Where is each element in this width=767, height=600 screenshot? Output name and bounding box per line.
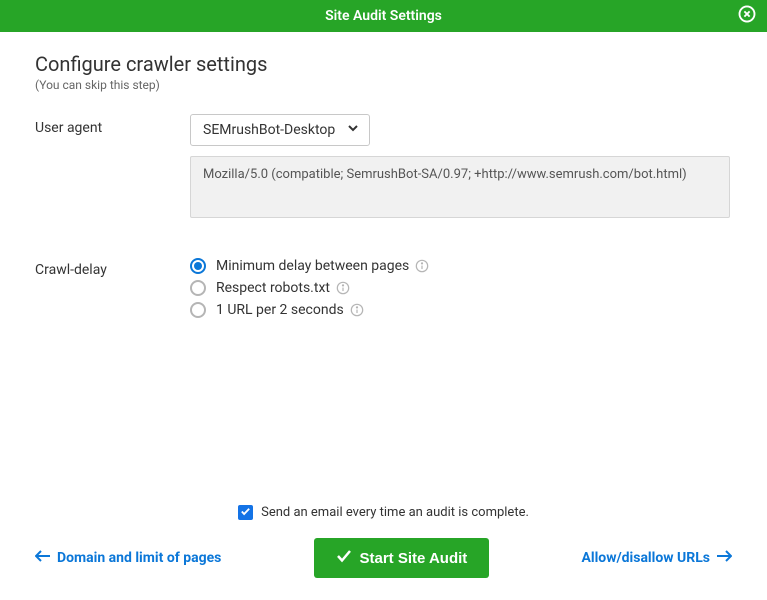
crawl-delay-option-min[interactable]: Minimum delay between pages: [190, 258, 732, 274]
start-audit-button[interactable]: Start Site Audit: [314, 538, 490, 578]
site-audit-settings-modal: Site Audit Settings Configure crawler se…: [0, 0, 767, 600]
info-icon[interactable]: [415, 259, 429, 273]
radio-icon: [190, 302, 206, 318]
arrow-left-icon: [35, 550, 51, 566]
crawl-delay-option-robots[interactable]: Respect robots.txt: [190, 280, 732, 296]
radio-icon: [190, 280, 206, 296]
radio-label: 1 URL per 2 seconds: [216, 302, 344, 318]
email-checkbox[interactable]: [238, 505, 253, 520]
close-button[interactable]: [737, 6, 757, 26]
check-icon: [336, 548, 352, 568]
back-link-label: Domain and limit of pages: [57, 550, 221, 566]
email-checkbox-row: Send an email every time an audit is com…: [35, 505, 732, 520]
radio-label: Respect robots.txt: [216, 280, 330, 296]
info-icon[interactable]: [336, 281, 350, 295]
user-agent-select[interactable]: SEMrushBot-Desktop: [190, 114, 370, 146]
next-link-label: Allow/disallow URLs: [581, 550, 710, 566]
arrow-right-icon: [716, 550, 732, 566]
section-subtitle: (You can skip this step): [35, 78, 732, 92]
user-agent-selected-value: SEMrushBot-Desktop: [203, 122, 335, 138]
modal-footer: Send an email every time an audit is com…: [0, 505, 767, 600]
next-link[interactable]: Allow/disallow URLs: [581, 550, 732, 566]
radio-icon: [190, 258, 206, 274]
user-agent-string-box[interactable]: Mozilla/5.0 (compatible; SemrushBot-SA/0…: [190, 156, 730, 218]
check-icon: [240, 505, 251, 521]
radio-label: Minimum delay between pages: [216, 258, 409, 274]
modal-body: Configure crawler settings (You can skip…: [0, 32, 767, 505]
footer-actions: Domain and limit of pages Start Site Aud…: [35, 538, 732, 578]
user-agent-label: User agent: [35, 114, 190, 136]
user-agent-row: User agent SEMrushBot-Desktop Mozilla/5.…: [35, 114, 732, 222]
modal-title: Site Audit Settings: [325, 8, 442, 24]
crawl-delay-option-1url2s[interactable]: 1 URL per 2 seconds: [190, 302, 732, 318]
back-link[interactable]: Domain and limit of pages: [35, 550, 221, 566]
close-icon: [738, 5, 756, 27]
chevron-down-icon: [347, 115, 359, 145]
modal-header: Site Audit Settings: [0, 0, 767, 32]
crawl-delay-label: Crawl-delay: [35, 256, 190, 278]
section-title: Configure crawler settings: [35, 52, 732, 76]
email-checkbox-label: Send an email every time an audit is com…: [261, 505, 529, 520]
crawl-delay-options: Minimum delay between pages Respect robo…: [190, 256, 732, 324]
user-agent-controls: SEMrushBot-Desktop Mozilla/5.0 (compatib…: [190, 114, 732, 222]
start-audit-label: Start Site Audit: [360, 550, 468, 567]
crawl-delay-row: Crawl-delay Minimum delay between pages …: [35, 256, 732, 324]
info-icon[interactable]: [350, 303, 364, 317]
